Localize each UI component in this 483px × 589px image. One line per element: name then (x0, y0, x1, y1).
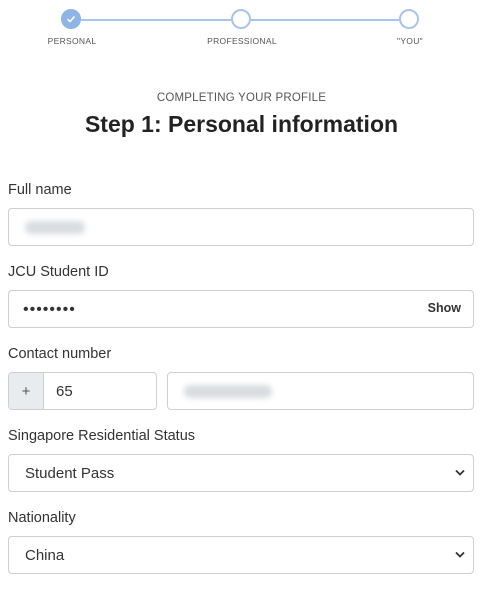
step-label-you: "YOU" (397, 36, 423, 46)
step-professional-dot[interactable] (231, 9, 251, 29)
nationality-label: Nationality (8, 510, 76, 526)
nationality-select[interactable]: China (8, 536, 474, 574)
country-code-value: 65 (56, 383, 73, 400)
full-name-input[interactable] (8, 208, 474, 246)
full-name-label: Full name (8, 182, 72, 198)
residential-status-select[interactable]: Student Pass (8, 454, 474, 492)
profile-page: PERSONAL PROFESSIONAL "YOU" COMPLETING Y… (0, 0, 483, 589)
student-id-label: JCU Student ID (8, 264, 109, 280)
redacted-value (184, 385, 272, 398)
eyebrow-text: COMPLETING YOUR PROFILE (156, 92, 327, 104)
stepper-line (81, 19, 231, 21)
page-title: Step 1: Personal information (84, 111, 399, 137)
student-id-input[interactable]: •••••••• Show (8, 290, 474, 328)
masked-student-id: •••••••• (23, 301, 76, 318)
nationality-value: China (25, 547, 65, 564)
contact-number-label: Contact number (8, 346, 112, 362)
phone-number-input[interactable] (167, 372, 474, 410)
chevron-down-icon (455, 551, 465, 558)
step-you-dot[interactable] (399, 9, 419, 29)
show-password-button[interactable]: Show (428, 301, 461, 315)
stepper-line (251, 19, 399, 21)
residential-status-value: Student Pass (25, 465, 115, 482)
step-label-professional: PROFESSIONAL (207, 36, 277, 46)
redacted-value (25, 221, 85, 234)
progress-stepper: PERSONAL PROFESSIONAL "YOU" (0, 0, 483, 60)
chevron-down-icon (455, 469, 465, 476)
step-label-personal: PERSONAL (47, 36, 97, 46)
plus-prefix: + (9, 373, 44, 409)
step-personal-check-icon[interactable] (61, 9, 81, 29)
residential-status-label: Singapore Residential Status (8, 428, 196, 444)
country-code-field[interactable]: + 65 (8, 372, 157, 410)
